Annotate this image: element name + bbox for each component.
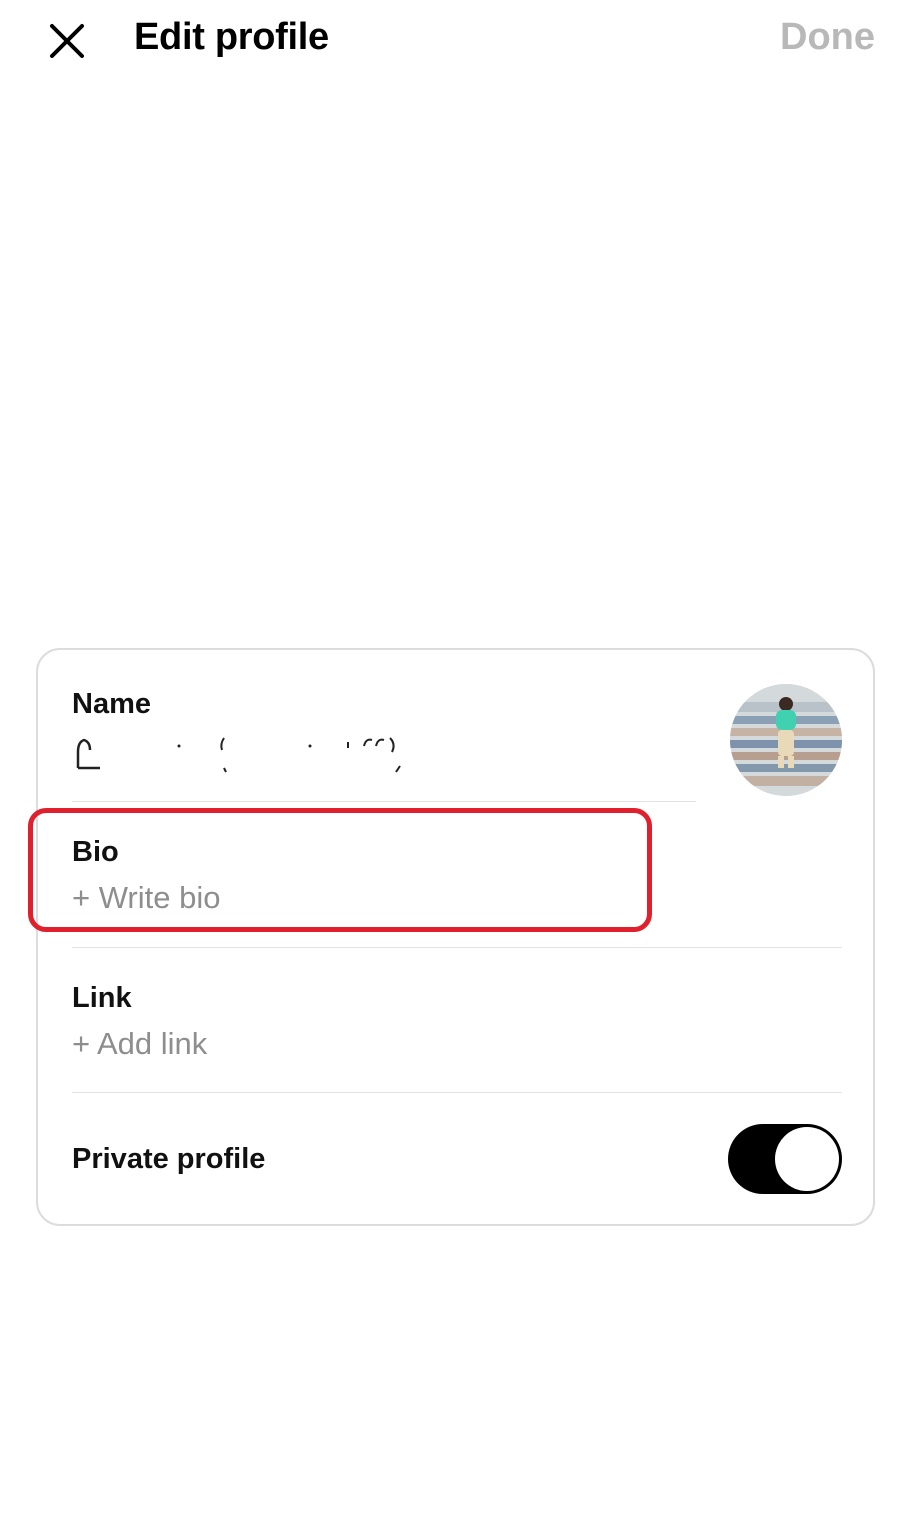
link-input[interactable]: + Add link: [72, 1026, 207, 1062]
private-profile-toggle[interactable]: [728, 1124, 842, 1194]
profile-card: Name Bio + Write bio Link + Add link Pri…: [36, 648, 875, 1226]
name-divider: [72, 801, 696, 802]
avatar[interactable]: [730, 684, 842, 796]
name-label: Name: [72, 688, 151, 720]
close-icon: [50, 24, 84, 58]
close-button[interactable]: [46, 20, 88, 62]
toggle-knob: [775, 1127, 839, 1191]
private-profile-label: Private profile: [72, 1143, 266, 1175]
done-button[interactable]: Done: [780, 16, 875, 59]
name-field[interactable]: [72, 734, 432, 774]
bio-divider: [72, 947, 842, 948]
bio-label: Bio: [72, 836, 119, 868]
link-label: Link: [72, 982, 132, 1014]
link-divider: [72, 1092, 842, 1093]
profile-photo: [730, 684, 842, 796]
top-bar: Edit profile Done: [0, 0, 911, 80]
page-title: Edit profile: [134, 16, 329, 58]
name-value-obscured: [76, 737, 401, 773]
bio-input[interactable]: + Write bio: [72, 880, 220, 916]
